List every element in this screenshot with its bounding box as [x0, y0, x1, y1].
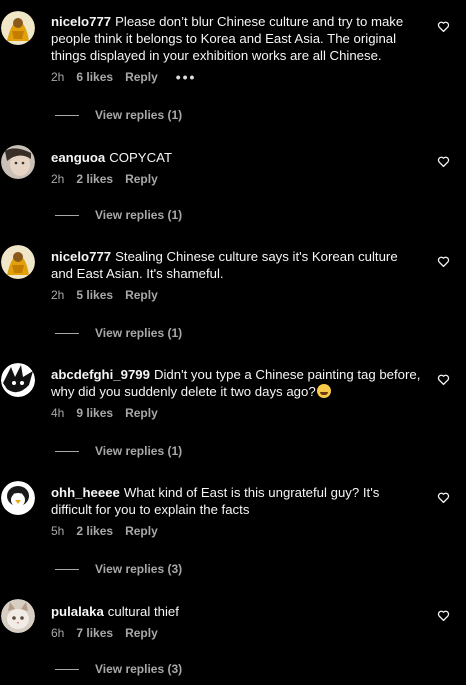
- reply-button[interactable]: Reply: [125, 406, 158, 420]
- cat-avatar[interactable]: [1, 599, 35, 633]
- heart-outline-icon[interactable]: [437, 255, 450, 268]
- view-replies-label: View replies (1): [95, 108, 183, 122]
- black-white-anime-avatar[interactable]: [1, 363, 35, 397]
- golden-figure-avatar[interactable]: [1, 11, 35, 45]
- likes-count[interactable]: 2 likes: [76, 172, 113, 186]
- comment-text: COPYCAT: [109, 150, 173, 165]
- timestamp: 2h: [51, 70, 65, 84]
- face-photo-avatar[interactable]: [1, 145, 35, 179]
- likes-count[interactable]: 7 likes: [76, 626, 113, 640]
- heart-outline-icon[interactable]: [437, 373, 450, 386]
- divider-line: [55, 668, 79, 670]
- username[interactable]: pulalaka: [51, 604, 104, 619]
- more-options-icon[interactable]: •••: [176, 69, 197, 85]
- username[interactable]: eanguoa: [51, 150, 105, 165]
- timestamp: 2h: [51, 288, 65, 302]
- heart-outline-icon[interactable]: [437, 20, 450, 33]
- divider-line: [55, 214, 79, 216]
- reply-button[interactable]: Reply: [125, 172, 158, 186]
- likes-count[interactable]: 2 likes: [76, 524, 113, 538]
- divider-line: [55, 568, 79, 570]
- username[interactable]: abcdefghi_9799: [51, 367, 150, 382]
- laughing-emoji-icon: [316, 384, 331, 398]
- view-replies-label: View replies (3): [95, 562, 183, 576]
- view-replies-button[interactable]: View replies (1): [55, 208, 182, 222]
- view-replies-button[interactable]: View replies (3): [55, 562, 182, 576]
- view-replies-label: View replies (1): [95, 326, 183, 340]
- likes-count[interactable]: 5 likes: [76, 288, 113, 302]
- timestamp: 2h: [51, 172, 65, 186]
- divider-line: [55, 114, 79, 116]
- timestamp: 6h: [51, 626, 65, 640]
- golden-figure-avatar[interactable]: [1, 245, 35, 279]
- timestamp: 5h: [51, 524, 65, 538]
- divider-line: [55, 450, 79, 452]
- username[interactable]: nicelo777: [51, 14, 111, 29]
- view-replies-label: View replies (3): [95, 662, 183, 676]
- view-replies-label: View replies (1): [95, 444, 183, 458]
- penguin-avatar[interactable]: [1, 481, 35, 515]
- reply-button[interactable]: Reply: [125, 524, 158, 538]
- view-replies-button[interactable]: View replies (3): [55, 662, 182, 676]
- view-replies-button[interactable]: View replies (1): [55, 444, 182, 458]
- timestamp: 4h: [51, 406, 65, 420]
- reply-button[interactable]: Reply: [125, 70, 158, 84]
- view-replies-button[interactable]: View replies (1): [55, 108, 182, 122]
- reply-button[interactable]: Reply: [125, 626, 158, 640]
- heart-outline-icon[interactable]: [437, 609, 450, 622]
- username[interactable]: nicelo777: [51, 249, 111, 264]
- reply-button[interactable]: Reply: [125, 288, 158, 302]
- divider-line: [55, 332, 79, 334]
- view-replies-label: View replies (1): [95, 208, 183, 222]
- likes-count[interactable]: 9 likes: [76, 406, 113, 420]
- comment-text: cultural thief: [107, 604, 179, 619]
- likes-count[interactable]: 6 likes: [76, 70, 113, 84]
- heart-outline-icon[interactable]: [437, 155, 450, 168]
- heart-outline-icon[interactable]: [437, 491, 450, 504]
- username[interactable]: ohh_heeee: [51, 485, 120, 500]
- view-replies-button[interactable]: View replies (1): [55, 326, 182, 340]
